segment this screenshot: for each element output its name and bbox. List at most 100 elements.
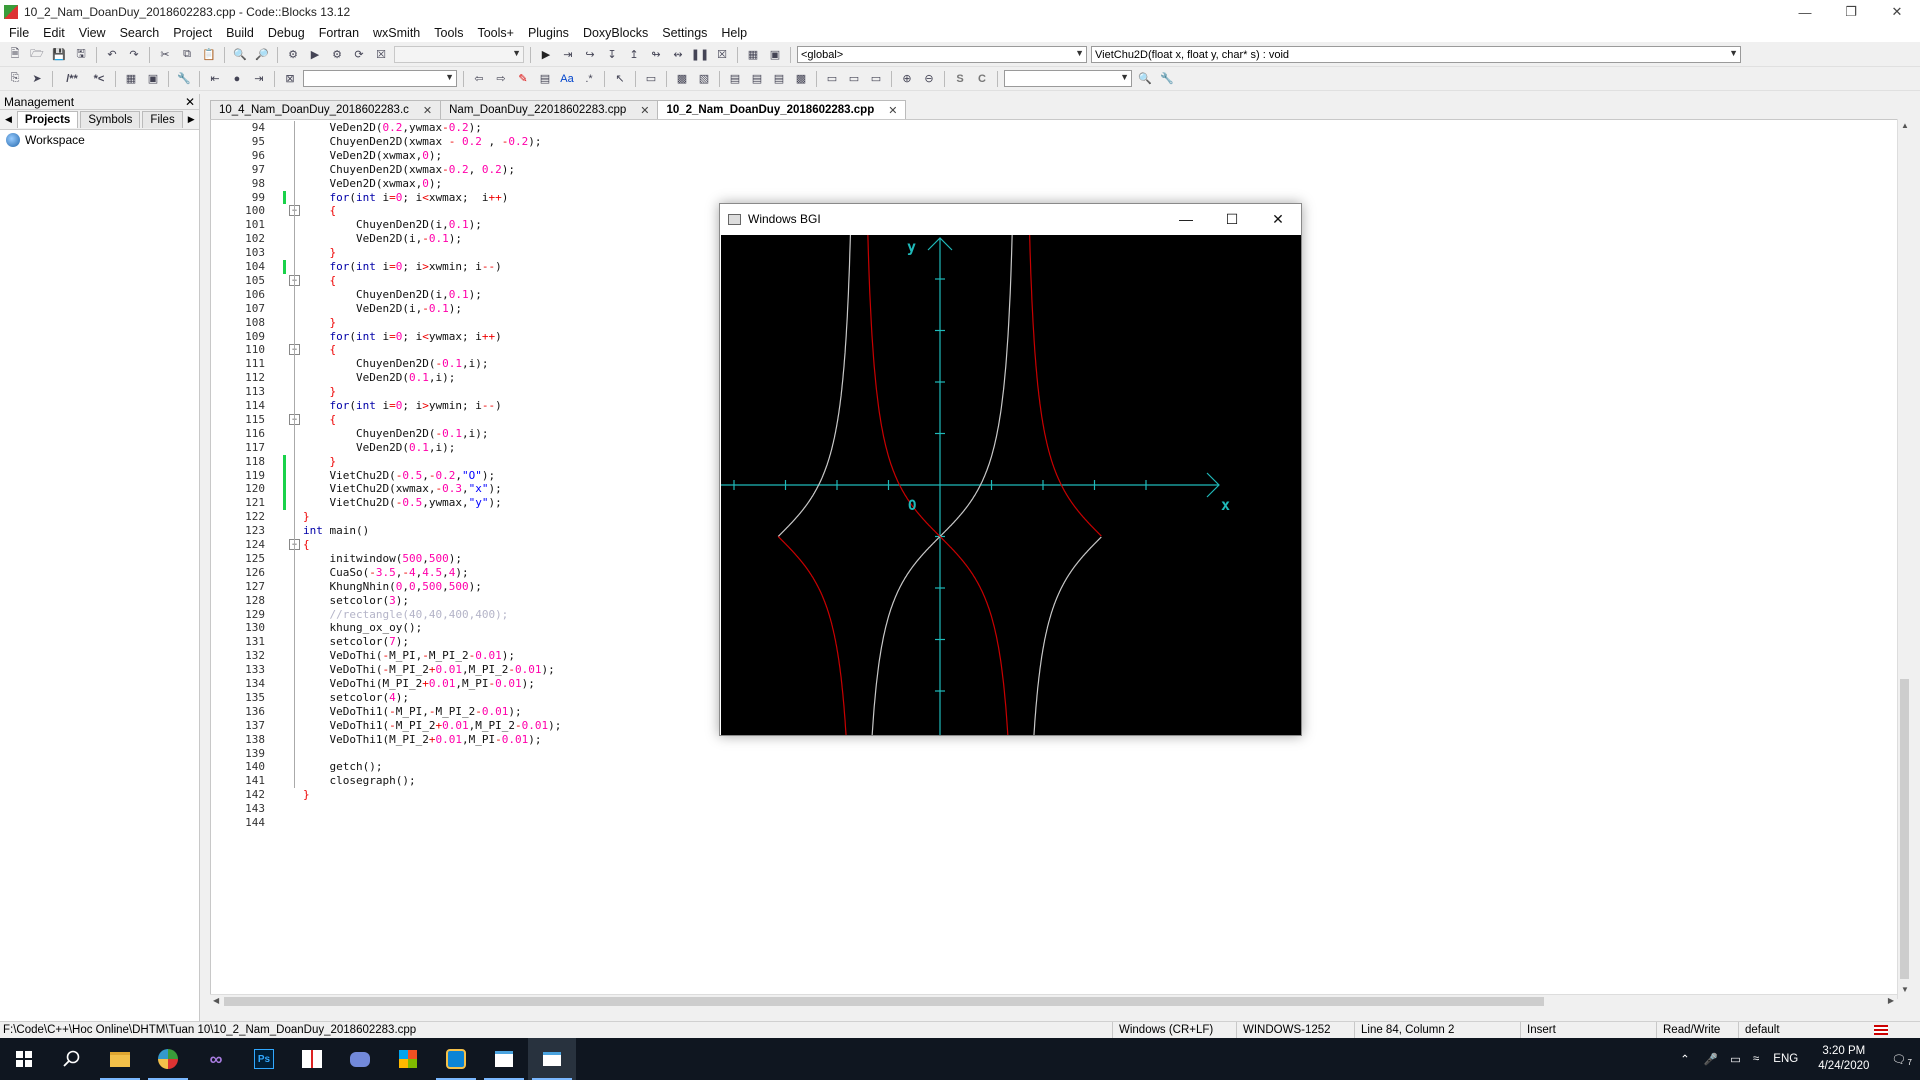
compile-icon[interactable]: ⎘	[6, 71, 24, 87]
tab-symbols[interactable]: Symbols	[80, 111, 141, 128]
tool-icon[interactable]: 🔧	[1158, 71, 1176, 87]
code-line[interactable]: }	[303, 316, 337, 329]
code-line[interactable]: {	[303, 343, 337, 356]
jump-back-icon[interactable]: ⇤	[206, 71, 224, 87]
html-docs-icon[interactable]: ▣	[144, 71, 162, 87]
code-line[interactable]: khung_ox_oy();	[303, 621, 422, 634]
code-line[interactable]: ChuyenDen2D(i,0.1);	[303, 288, 482, 301]
code-line[interactable]: ChuyenDen2D(xwmax - 0.2 , -0.2);	[303, 135, 541, 148]
close-tab-icon[interactable]: ✕	[423, 104, 432, 117]
code-line[interactable]: VeDen2D(xwmax,0);	[303, 149, 442, 162]
close-tab-icon[interactable]: ✕	[640, 104, 649, 117]
code-line[interactable]: int main()	[303, 524, 369, 537]
horizontal-scrollbar[interactable]: ◀ ▶	[210, 994, 1897, 1008]
code-line[interactable]: VeDoThi1(-M_PI_2+0.01,M_PI_2-0.01);	[303, 719, 561, 732]
menu-item-fortran[interactable]: Fortran	[312, 26, 366, 40]
wifi-icon[interactable]: ≈	[1747, 1053, 1765, 1065]
debug-continue-icon[interactable]: ▶	[537, 47, 555, 63]
notification-icon[interactable]: 🗨 7	[1881, 1052, 1920, 1067]
tab-files[interactable]: Files	[142, 111, 183, 128]
code-line[interactable]: CuaSo(-3.5,-4,4.5,4);	[303, 566, 468, 579]
close-panel-icon[interactable]: ✕	[185, 95, 195, 109]
undo-icon[interactable]: ↶	[103, 47, 121, 63]
pointer-icon[interactable]: ↖	[611, 71, 629, 87]
wx-border-b-icon[interactable]: ▭	[867, 71, 885, 87]
code-line[interactable]: VeDen2D(i,-0.1);	[303, 232, 462, 245]
menu-item-file[interactable]: File	[2, 26, 36, 40]
menu-item-help[interactable]: Help	[714, 26, 754, 40]
windows-start-icon[interactable]	[0, 1038, 48, 1080]
bgi-title-bar[interactable]: Windows BGI — ☐ ✕	[720, 204, 1301, 234]
save-all-icon[interactable]: 🖫	[72, 47, 90, 63]
editor-tab[interactable]: 10_4_Nam_DoanDuy_2018602283.c ✕	[210, 100, 442, 119]
code-line[interactable]: ChuyenDen2D(-0.1,i);	[303, 427, 488, 440]
run-to-cursor-icon[interactable]: ⇥	[559, 47, 577, 63]
code-line[interactable]: KhungNhin(0,0,500,500);	[303, 580, 481, 593]
editor-tab[interactable]: Nam_DoanDuy_22018602283.cpp ✕	[440, 100, 659, 119]
run-icon[interactable]: ▶	[306, 47, 324, 63]
wx-panel-icon[interactable]: ▩	[673, 71, 691, 87]
code-line[interactable]: VeDen2D(0.1,i);	[303, 371, 455, 384]
zoom-in-icon[interactable]: ⊕	[898, 71, 916, 87]
wx-box-h-icon[interactable]: ▤	[726, 71, 744, 87]
wx-flex-icon[interactable]: ▩	[792, 71, 810, 87]
microphone-icon[interactable]: 🎤	[1698, 1052, 1724, 1066]
menu-item-project[interactable]: Project	[166, 26, 219, 40]
code-line[interactable]: ChuyenDen2D(-0.1,i);	[303, 357, 488, 370]
open-file-icon[interactable]: 🗁	[28, 47, 46, 63]
photoshop-icon[interactable]: Ps	[240, 1038, 288, 1080]
zoom-out-icon[interactable]: ⊖	[920, 71, 938, 87]
build-run-icon[interactable]: ⚙	[328, 47, 346, 63]
search-prev-icon[interactable]: ⇦	[470, 71, 488, 87]
code-line[interactable]: VeDoThi(-M_PI,-M_PI_2-0.01);	[303, 649, 515, 662]
symbol-c-icon[interactable]: C	[973, 71, 991, 87]
battery-icon[interactable]: ▭	[1724, 1052, 1747, 1066]
bgi-maximize-button[interactable]: ☐	[1209, 204, 1255, 234]
bgi-window[interactable]: Windows BGI — ☐ ✕ x y O	[719, 203, 1302, 736]
tabs-left-arrow-icon[interactable]: ◀	[2, 114, 15, 125]
code-line[interactable]: VietChu2D(xwmax,-0.3,"x");	[303, 482, 501, 495]
next-instruction-icon[interactable]: ↬	[647, 47, 665, 63]
rebuild-icon[interactable]: ⟳	[350, 47, 368, 63]
bgi-close-button[interactable]: ✕	[1255, 204, 1301, 234]
doxy-block-button[interactable]: /**	[59, 71, 85, 87]
codeblocks-icon[interactable]	[144, 1038, 192, 1080]
visual-studio-icon[interactable]: ∞	[192, 1038, 240, 1080]
code-line[interactable]: VietChu2D(-0.5,ywmax,"y");	[303, 496, 501, 509]
next-line-icon[interactable]: ↪	[581, 47, 599, 63]
code-line[interactable]: VeDen2D(xwmax,0);	[303, 177, 442, 190]
bgi-minimize-button[interactable]: —	[1163, 204, 1209, 234]
code-line[interactable]: setcolor(4);	[303, 691, 408, 704]
menu-item-edit[interactable]: Edit	[36, 26, 72, 40]
restore-button[interactable]: ❐	[1828, 0, 1874, 24]
paste-icon[interactable]: 📋	[200, 47, 218, 63]
wx-frame-icon[interactable]: ▭	[642, 71, 660, 87]
menu-item-wxsmith[interactable]: wxSmith	[366, 26, 427, 40]
code-line[interactable]: VeDoThi1(M_PI_2+0.01,M_PI-0.01);	[303, 733, 541, 746]
build-target-select[interactable]: ▼	[394, 46, 524, 63]
wx-sizer-icon[interactable]: ▧	[695, 71, 713, 87]
code-line[interactable]: {	[303, 204, 337, 217]
code-line[interactable]: setcolor(7);	[303, 635, 408, 648]
code-line[interactable]: ChuyenDen2D(xwmax-0.2, 0.2);	[303, 163, 514, 176]
bgi-window-taskbar-icon[interactable]	[528, 1038, 576, 1080]
code-line[interactable]: initwindow(500,500);	[303, 552, 461, 565]
code-line[interactable]: ChuyenDen2D(i,0.1);	[303, 218, 482, 231]
tray-chevron-icon[interactable]: ⌃	[1672, 1052, 1698, 1066]
doxy-line-button[interactable]: *<	[89, 71, 109, 87]
workspace-node[interactable]: Workspace	[0, 130, 199, 150]
search-symbol-icon[interactable]: 🔍	[1136, 71, 1154, 87]
menu-item-tools[interactable]: Tools+	[470, 26, 520, 40]
code-line[interactable]: for(int i=0; i<ywmax; i++)	[303, 330, 502, 343]
code-line[interactable]: VeDen2D(0.1,i);	[303, 441, 455, 454]
code-line[interactable]: for(int i=0; i>ywmin; i--)	[303, 399, 502, 412]
code-line[interactable]: }	[303, 788, 310, 801]
app-mosaic-icon[interactable]	[288, 1038, 336, 1080]
menu-item-build[interactable]: Build	[219, 26, 261, 40]
regex-icon[interactable]: .*	[580, 71, 598, 87]
menu-item-plugins[interactable]: Plugins	[521, 26, 576, 40]
step-out-icon[interactable]: ↥	[625, 47, 643, 63]
match-case-icon[interactable]: Aa	[558, 71, 576, 87]
stop-debug-icon[interactable]: ☒	[713, 47, 731, 63]
editor-tab-active[interactable]: 10_2_Nam_DoanDuy_2018602283.cpp ✕	[657, 100, 907, 119]
